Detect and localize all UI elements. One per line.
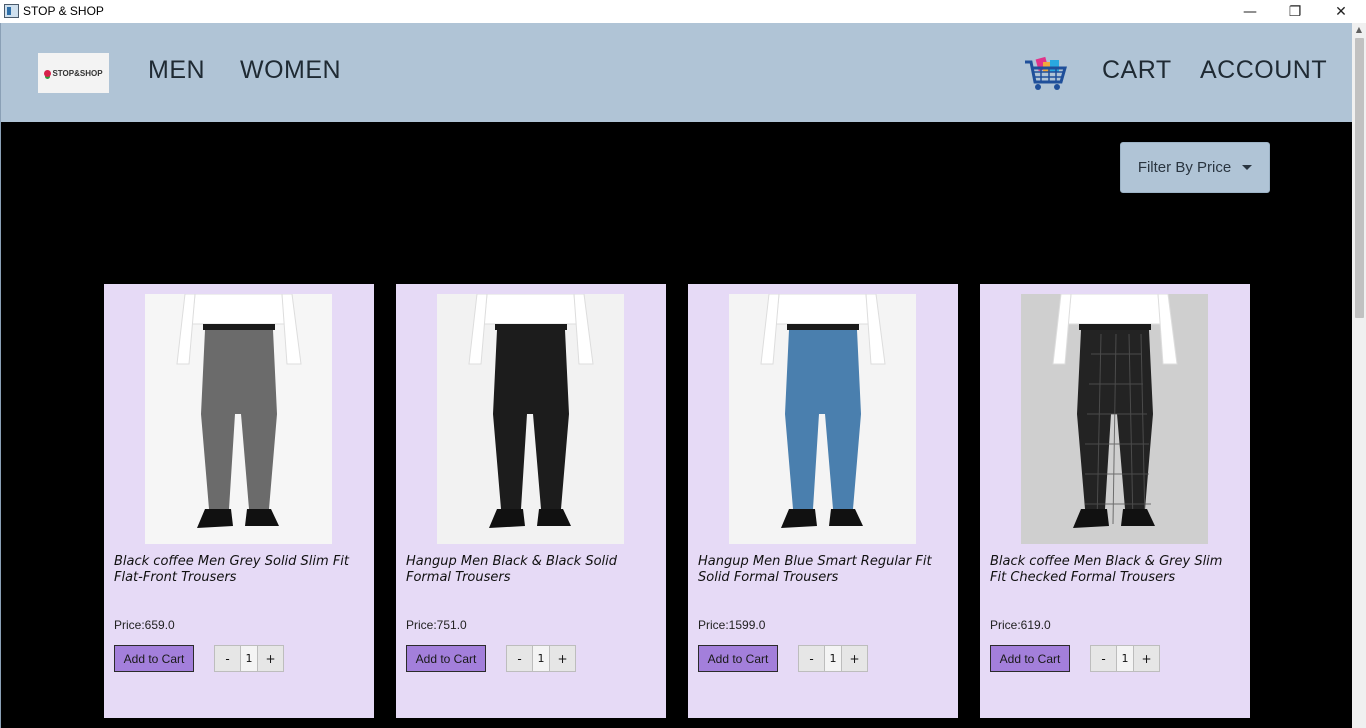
product-price: Price:1599.0	[698, 618, 766, 632]
product-card: Hangup Men Black & Black Solid Formal Tr…	[396, 284, 666, 718]
product-card: Black coffee Men Grey Solid Slim Fit Fla…	[104, 284, 374, 718]
product-title: Black coffee Men Grey Solid Slim Fit Fla…	[114, 554, 350, 585]
shopping-cart-icon[interactable]	[1023, 54, 1067, 92]
quantity-stepper: - 1 +	[506, 645, 576, 672]
caret-down-icon	[1242, 165, 1253, 170]
filter-label: Filter By Price	[1137, 159, 1232, 176]
decrease-quantity-button[interactable]: -	[1090, 645, 1117, 672]
quantity-stepper: - 1 +	[798, 645, 868, 672]
close-button[interactable]: ✕	[1318, 0, 1364, 23]
nav-link-cart[interactable]: CART	[1102, 56, 1172, 85]
add-to-cart-button[interactable]: Add to Cart	[698, 645, 778, 672]
restore-button[interactable]: ❐	[1272, 0, 1318, 23]
nav-link-men[interactable]: MEN	[148, 56, 205, 85]
logo-text: STOP&SHOP	[52, 68, 103, 78]
product-image[interactable]	[437, 294, 624, 544]
increase-quantity-button[interactable]: +	[1133, 645, 1160, 672]
nav-link-women[interactable]: WOMEN	[240, 56, 341, 85]
increase-quantity-button[interactable]: +	[841, 645, 868, 672]
minimize-button[interactable]: —	[1227, 0, 1273, 23]
product-image[interactable]	[145, 294, 332, 544]
product-card: Black coffee Men Black & Grey Slim Fit C…	[980, 284, 1250, 718]
product-price: Price:619.0	[990, 618, 1051, 632]
add-to-cart-button[interactable]: Add to Cart	[406, 645, 486, 672]
quantity-value[interactable]: 1	[533, 645, 549, 672]
add-to-cart-button[interactable]: Add to Cart	[990, 645, 1070, 672]
quantity-value[interactable]: 1	[241, 645, 257, 672]
product-title: Black coffee Men Black & Grey Slim Fit C…	[990, 554, 1223, 585]
product-card: Hangup Men Blue Smart Regular Fit Solid …	[688, 284, 958, 718]
window-title: STOP & SHOP	[23, 4, 104, 18]
quantity-stepper: - 1 +	[214, 645, 284, 672]
navbar: STOP&SHOP MEN WOMEN CART ACCOUNT	[1, 23, 1352, 122]
product-title: Hangup Men Blue Smart Regular Fit Solid …	[698, 554, 932, 585]
increase-quantity-button[interactable]: +	[257, 645, 284, 672]
product-image[interactable]	[729, 294, 916, 544]
product-price: Price:659.0	[114, 618, 175, 632]
product-title: Hangup Men Black & Black Solid Formal Tr…	[406, 554, 618, 585]
product-image[interactable]	[1021, 294, 1208, 544]
decrease-quantity-button[interactable]: -	[506, 645, 533, 672]
nav-link-account[interactable]: ACCOUNT	[1200, 56, 1327, 85]
product-price: Price:751.0	[406, 618, 467, 632]
add-to-cart-button[interactable]: Add to Cart	[114, 645, 194, 672]
quantity-value[interactable]: 1	[1117, 645, 1133, 672]
scroll-up-arrow-icon[interactable]: ▲	[1352, 23, 1366, 37]
app-icon	[4, 4, 19, 18]
filter-by-price-dropdown[interactable]: Filter By Price	[1120, 142, 1270, 193]
decrease-quantity-button[interactable]: -	[214, 645, 241, 672]
quantity-value[interactable]: 1	[825, 645, 841, 672]
flower-icon	[44, 69, 52, 77]
window-title-bar: STOP & SHOP — ❐ ✕	[0, 0, 1366, 23]
scrollbar-thumb[interactable]	[1355, 38, 1364, 318]
increase-quantity-button[interactable]: +	[549, 645, 576, 672]
store-logo[interactable]: STOP&SHOP	[38, 53, 109, 93]
decrease-quantity-button[interactable]: -	[798, 645, 825, 672]
quantity-stepper: - 1 +	[1090, 645, 1160, 672]
